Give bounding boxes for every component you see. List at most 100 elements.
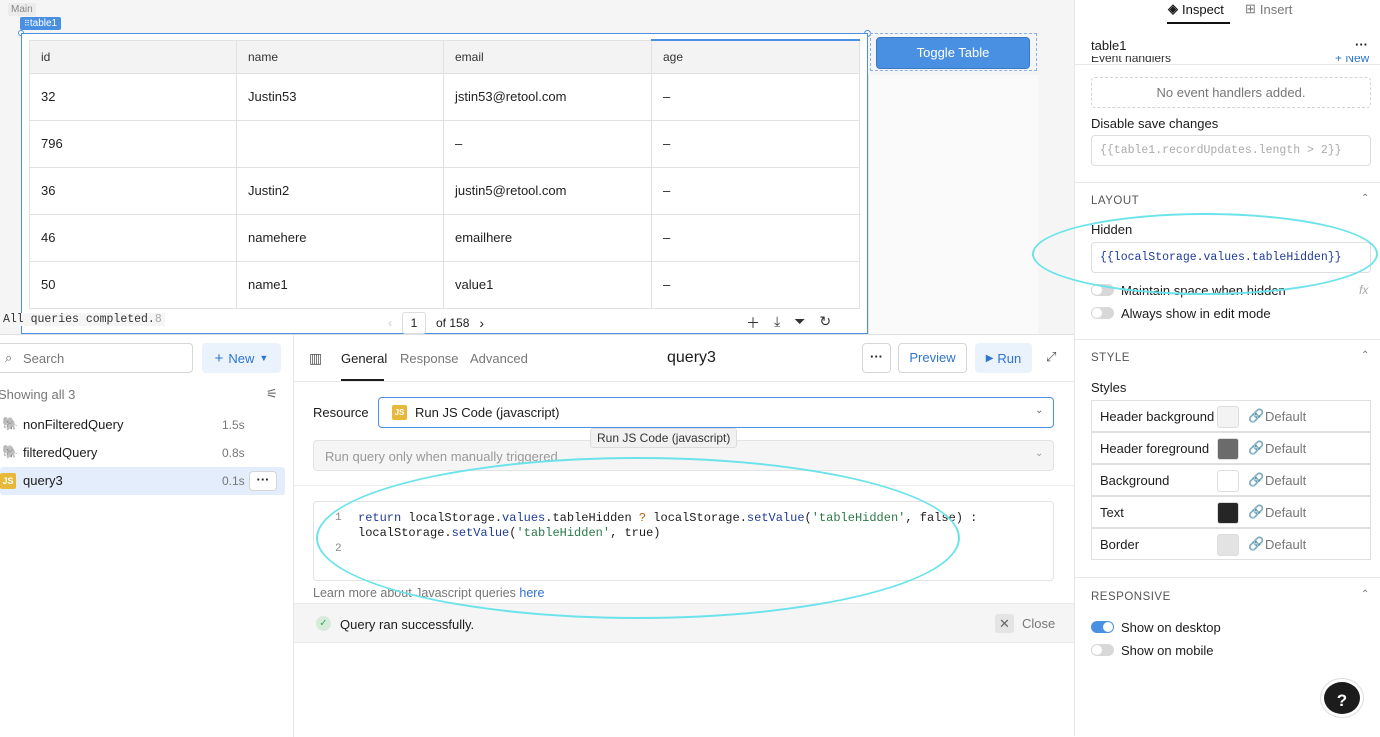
table-cell[interactable]: – — [651, 119, 860, 168]
learn-more-text: Learn more about Javascript queries here — [313, 586, 545, 600]
table-row[interactable]: 32 Justin53 jstin53@retool.com – — [29, 72, 860, 121]
table-row[interactable]: 50 name1 value1 – — [29, 260, 860, 309]
column-header-age[interactable]: age — [651, 39, 860, 74]
query-status-text: All queries completed.8 — [0, 313, 165, 326]
chevron-up-icon[interactable]: ⌃ — [1361, 193, 1369, 204]
tab-response[interactable]: Response — [400, 351, 459, 366]
responsive-section-title[interactable]: RESPONSIVE — [1091, 591, 1171, 603]
fx-icon[interactable]: fx — [1359, 283, 1368, 297]
table-cell[interactable]: value1 — [443, 260, 652, 309]
query-name: nonFilteredQuery — [23, 417, 124, 432]
toggle-table-button[interactable]: Toggle Table — [876, 37, 1030, 69]
filter-icon[interactable]: ⏷ — [794, 313, 805, 333]
new-handler-link[interactable]: + New — [1335, 56, 1369, 65]
table-cell[interactable]: – — [651, 166, 860, 215]
new-query-button[interactable]: + New ▼ — [202, 343, 281, 373]
table-cell[interactable]: justin5@retool.com — [443, 166, 652, 215]
query-title[interactable]: query3 — [667, 349, 716, 367]
table-cell[interactable]: 50 — [29, 260, 237, 309]
show-mobile-toggle[interactable] — [1091, 644, 1114, 656]
expand-icon[interactable]: ⤢ — [1046, 349, 1056, 365]
more-options-icon[interactable]: ··· — [1355, 37, 1368, 52]
table-cell[interactable]: 36 — [29, 166, 237, 215]
table-row[interactable]: 46 namehere emailhere – — [29, 213, 860, 262]
code-editor[interactable]: 1 2 return localStorage.values.tableHidd… — [313, 501, 1054, 581]
table-cell[interactable]: jstin53@retool.com — [443, 72, 652, 121]
table-cell[interactable]: 796 — [29, 119, 237, 168]
event-handlers-label: Event handlers — [1091, 56, 1172, 65]
sidebar-toggle-icon[interactable]: ▥ — [309, 350, 322, 367]
style-row-header-background[interactable]: Header background 🔗 Default — [1091, 400, 1371, 432]
table-pagination: ‹ 1 of 158 › — [388, 312, 484, 334]
add-row-icon[interactable]: ＋ — [746, 313, 760, 333]
list-item-selected[interactable]: JS query3 0.1s ··· — [0, 467, 285, 495]
show-desktop-toggle[interactable] — [1091, 621, 1114, 633]
more-actions-icon[interactable]: ··· — [862, 343, 891, 373]
more-options-icon[interactable]: ··· — [249, 471, 277, 491]
filter-settings-icon[interactable]: ⚟ — [266, 386, 278, 402]
table-cell[interactable]: – — [651, 213, 860, 262]
style-row-text[interactable]: Text 🔗 Default — [1091, 496, 1371, 528]
query-time: 1.5s — [222, 418, 245, 432]
close-icon[interactable]: ✕ — [995, 614, 1014, 633]
preview-button[interactable]: Preview — [898, 343, 967, 373]
tab-general[interactable]: General — [341, 351, 387, 366]
table-cell[interactable]: namehere — [236, 213, 444, 262]
table-cell[interactable]: name1 — [236, 260, 444, 309]
column-header-email[interactable]: email — [443, 39, 652, 74]
learn-more-link[interactable]: here — [519, 586, 544, 600]
table-cell[interactable]: Justin2 — [236, 166, 444, 215]
table-cell[interactable]: Justin53 — [236, 72, 444, 121]
color-swatch[interactable] — [1217, 534, 1239, 556]
run-button[interactable]: ▶ Run — [975, 343, 1032, 373]
prev-page-icon[interactable]: ‹ — [388, 316, 392, 330]
color-swatch[interactable] — [1217, 438, 1239, 460]
next-page-icon[interactable]: › — [479, 315, 484, 331]
table1-component[interactable]: id name email age 32 Justin53 jstin53@re… — [21, 33, 868, 334]
tab-inspect[interactable]: ◈ Inspect — [1168, 1, 1224, 17]
query-search-input[interactable]: ⌕ Search — [0, 343, 193, 373]
always-show-toggle[interactable] — [1091, 307, 1114, 319]
component-name[interactable]: table1 — [1091, 38, 1126, 53]
app-canvas[interactable]: Main ⠿table1 id name email age 32 Justin… — [0, 0, 1074, 334]
maintain-space-toggle[interactable] — [1091, 284, 1114, 296]
column-header-name[interactable]: name — [236, 39, 444, 74]
style-row-background[interactable]: Background 🔗 Default — [1091, 464, 1371, 496]
color-swatch[interactable] — [1217, 406, 1239, 428]
chevron-up-icon[interactable]: ⌃ — [1361, 350, 1369, 361]
list-item[interactable]: 🐘 filteredQuery 0.8s — [0, 439, 285, 467]
disable-save-input[interactable]: {{table1.recordUpdates.length > 2}} — [1091, 135, 1371, 166]
tab-advanced[interactable]: Advanced — [470, 351, 528, 366]
color-swatch[interactable] — [1217, 470, 1239, 492]
table-cell[interactable]: 46 — [29, 213, 237, 262]
table-cell[interactable]: – — [651, 72, 860, 121]
table-cell[interactable]: 32 — [29, 72, 237, 121]
table-cell[interactable] — [236, 119, 444, 168]
style-row-header-foreground[interactable]: Header foreground 🔗 Default — [1091, 432, 1371, 464]
download-icon[interactable]: ⤓ — [774, 313, 780, 333]
table-row[interactable]: 796 – – — [29, 119, 860, 168]
resource-select[interactable]: JS Run JS Code (javascript) ⌄ — [378, 397, 1054, 428]
page-number-input[interactable]: 1 — [402, 312, 426, 334]
hidden-input[interactable]: {{localStorage.values.tableHidden}} — [1091, 242, 1371, 273]
layout-section-title[interactable]: LAYOUT — [1091, 195, 1139, 207]
table-cell[interactable]: emailhere — [443, 213, 652, 262]
refresh-icon[interactable]: ↻ — [819, 313, 831, 333]
list-item[interactable]: 🐘 nonFilteredQuery 1.5s — [0, 411, 285, 439]
show-mobile-label: Show on mobile — [1121, 643, 1214, 658]
help-icon[interactable]: ? — [1321, 679, 1363, 717]
tab-insert[interactable]: ⊞ Insert — [1245, 1, 1292, 17]
chevron-up-icon[interactable]: ⌃ — [1361, 589, 1369, 600]
table-cell[interactable]: – — [651, 260, 860, 309]
column-header-id[interactable]: id — [29, 39, 237, 74]
query-editor: ▥ General Response Advanced query3 ··· P… — [294, 335, 1074, 737]
color-swatch[interactable] — [1217, 502, 1239, 524]
page-total: of 158 — [436, 316, 470, 330]
style-section-title[interactable]: STYLE — [1091, 352, 1130, 364]
table-row[interactable]: 36 Justin2 justin5@retool.com – — [29, 166, 860, 215]
close-button[interactable]: Close — [1022, 616, 1055, 631]
style-row-border[interactable]: Border 🔗 Default — [1091, 528, 1371, 560]
data-table[interactable]: id name email age 32 Justin53 jstin53@re… — [29, 39, 860, 309]
table-selection-tag[interactable]: ⠿table1 — [20, 17, 62, 30]
table-cell[interactable]: – — [443, 119, 652, 168]
